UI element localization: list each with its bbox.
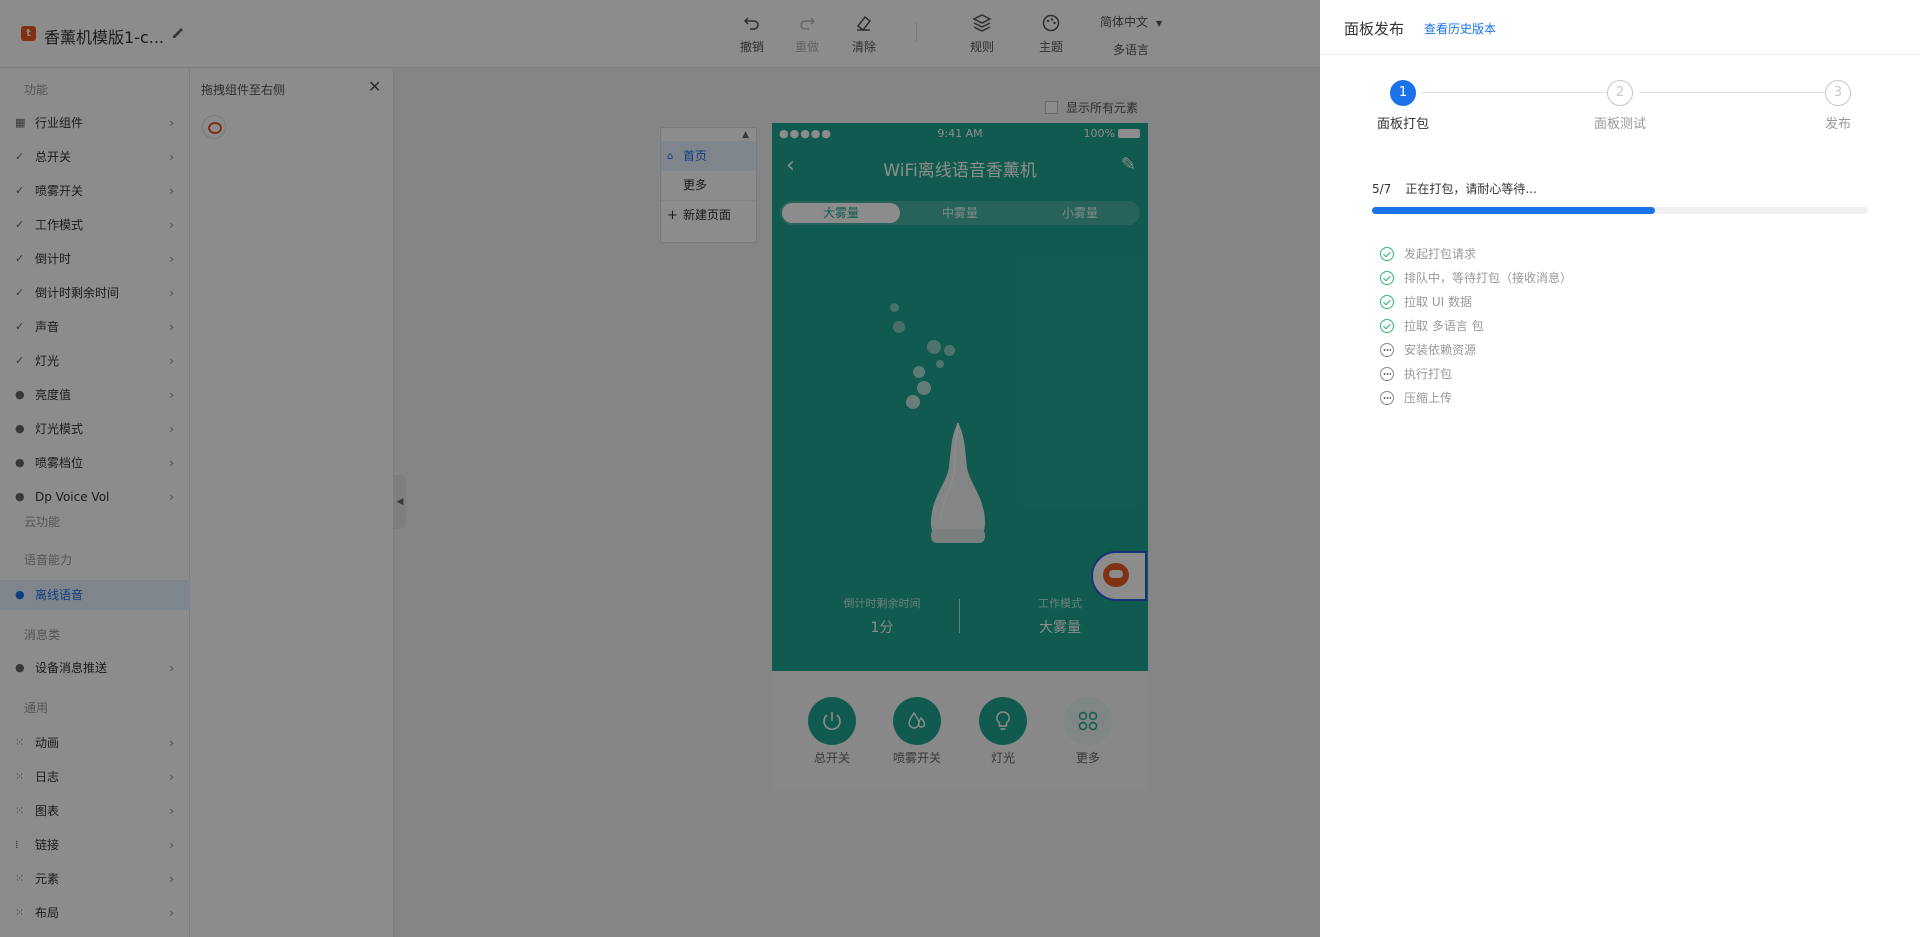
step-publish: 3 发布 bbox=[1778, 80, 1898, 132]
publish-title: 面板发布 bbox=[1344, 20, 1405, 38]
task-item: 执行打包 bbox=[1380, 365, 1452, 383]
progress-bar bbox=[1372, 207, 1868, 214]
modal-backdrop[interactable] bbox=[0, 0, 1320, 937]
ellipsis-circle-icon bbox=[1380, 391, 1394, 405]
check-circle-icon bbox=[1380, 295, 1394, 309]
task-label: 拉取 UI 数据 bbox=[1404, 295, 1472, 309]
task-item: 安装依赖资源 bbox=[1380, 341, 1476, 359]
task-label: 排队中，等待打包（接收消息） bbox=[1404, 271, 1573, 285]
publish-header: 面板发布 查看历史版本 bbox=[1320, 0, 1920, 55]
task-label: 发起打包请求 bbox=[1404, 247, 1477, 261]
ellipsis-circle-icon bbox=[1380, 343, 1394, 357]
publish-panel: 面板发布 查看历史版本 1 面板打包 2 面板测试 3 发布 5/7 正在打包，请… bbox=[1320, 0, 1920, 937]
progress-status: 5/7 正在打包，请耐心等待... bbox=[1372, 180, 1537, 197]
check-circle-icon bbox=[1380, 319, 1394, 333]
step-label: 发布 bbox=[1824, 117, 1851, 132]
check-circle-icon bbox=[1380, 271, 1394, 285]
task-label: 压缩上传 bbox=[1404, 391, 1453, 405]
progress-bar-fill bbox=[1372, 207, 1655, 214]
ellipsis-circle-icon bbox=[1380, 367, 1394, 381]
progress-count: 5/7 bbox=[1372, 182, 1392, 196]
task-label: 执行打包 bbox=[1404, 367, 1453, 381]
step-test: 2 面板测试 bbox=[1560, 80, 1680, 132]
task-item: 拉取 UI 数据 bbox=[1380, 293, 1472, 311]
check-circle-icon bbox=[1380, 247, 1394, 261]
progress-message: 正在打包，请耐心等待... bbox=[1405, 182, 1537, 196]
task-item: 拉取 多语言 包 bbox=[1380, 317, 1484, 335]
task-label: 拉取 多语言 包 bbox=[1404, 319, 1484, 333]
task-item: 压缩上传 bbox=[1380, 389, 1452, 407]
view-history-link[interactable]: 查看历史版本 bbox=[1424, 20, 1496, 37]
step-number: 2 bbox=[1607, 80, 1633, 106]
task-item: 排队中，等待打包（接收消息） bbox=[1380, 269, 1572, 287]
task-label: 安装依赖资源 bbox=[1404, 343, 1477, 357]
task-item: 发起打包请求 bbox=[1380, 245, 1476, 263]
step-label: 面板打包 bbox=[1376, 117, 1429, 132]
step-number: 3 bbox=[1825, 80, 1851, 106]
step-package: 1 面板打包 bbox=[1343, 80, 1463, 132]
step-label: 面板测试 bbox=[1593, 117, 1646, 132]
step-number: 1 bbox=[1390, 80, 1416, 106]
